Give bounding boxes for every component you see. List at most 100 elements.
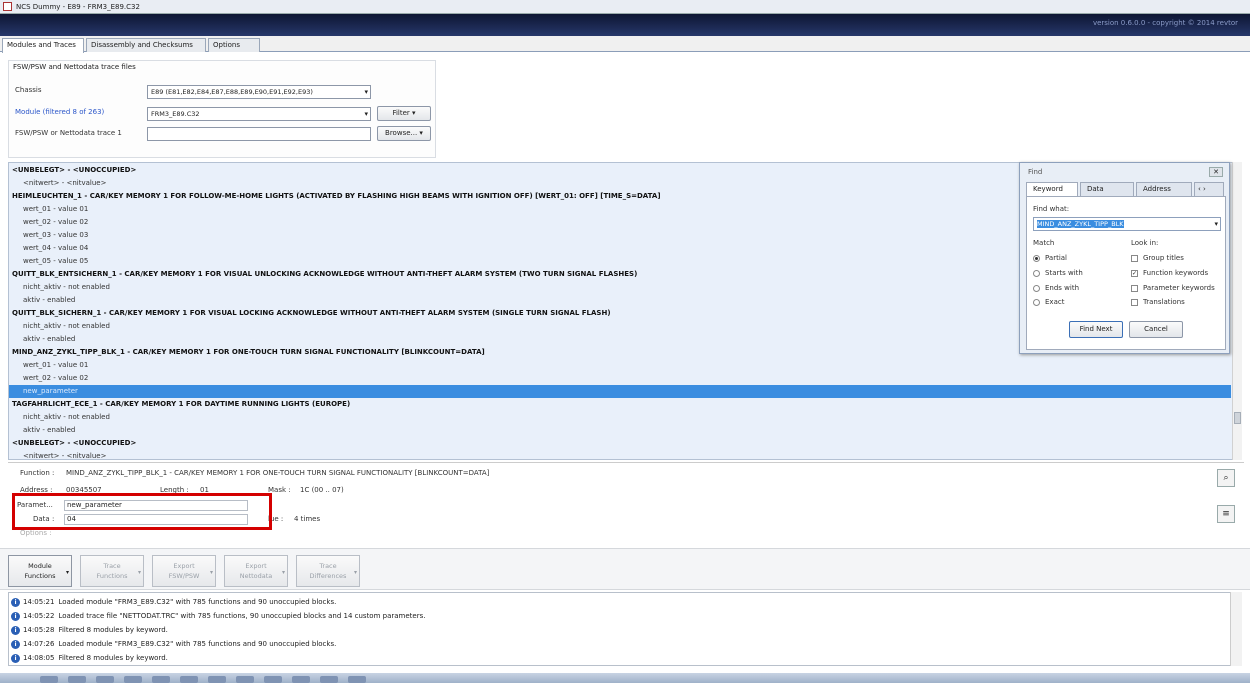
taskbar-app-icon[interactable] (124, 676, 142, 683)
group-titles-checkbox[interactable] (1131, 255, 1138, 262)
find-dialog: Find ✕ Keyword Data Address ‹ › Find wha… (1019, 162, 1230, 354)
match-exact-radio[interactable] (1033, 299, 1040, 306)
parameter-row[interactable]: aktiv - enabled (23, 424, 75, 437)
toolbar-button-nettodata[interactable]: Export Nettodata ▾ (224, 555, 288, 587)
taskbar-app-icon[interactable] (40, 676, 58, 683)
parameter-row[interactable]: aktiv - enabled (23, 294, 75, 307)
scroll-thumb[interactable] (1234, 412, 1241, 424)
list-icon[interactable]: ≡ (1217, 505, 1235, 523)
tab-keyword[interactable]: Keyword (1026, 182, 1078, 197)
info-icon: i (11, 653, 20, 663)
taskbar-app-icon[interactable] (152, 676, 170, 683)
translations-label: Translations (1143, 298, 1185, 306)
parameter-row[interactable]: <nitwert> - <nitvalue> (23, 450, 106, 459)
toolbar-button-fsw-psw[interactable]: Export FSW/PSW ▾ (152, 555, 216, 587)
match-label: Match (1033, 239, 1055, 247)
parameter-row[interactable]: wert_04 - value 04 (23, 242, 88, 255)
parameter-row[interactable]: <nitwert> - <nitvalue> (23, 177, 106, 190)
match-partial-radio[interactable] (1033, 255, 1040, 262)
parameter-row[interactable]: wert_03 - value 03 (23, 229, 88, 242)
parameter-row[interactable]: nicht_aktiv - not enabled (23, 320, 110, 333)
match-exact-label: Exact (1045, 298, 1065, 306)
parameter-row[interactable]: nicht_aktiv - not enabled (23, 281, 110, 294)
log-scrollbar[interactable] (1230, 592, 1242, 666)
panel-header: FSW/PSW and Nettodata trace files (13, 63, 136, 71)
taskbar-app-icon[interactable] (236, 676, 254, 683)
filter-label: Filter (392, 109, 410, 117)
function-label: Function : (20, 469, 55, 477)
chevron-down-icon: ▾ (364, 88, 368, 96)
chassis-value: E89 (E81,E82,E84,E87,E88,E89,E90,E91,E92… (151, 88, 313, 96)
toolbar-button-line1: Trace (319, 562, 337, 570)
log-entry: i 14:05:22 Loaded trace file "NETTODAT.TRC… (11, 609, 425, 623)
function-row[interactable]: <UNBELEGT> - <UNOCCUPIED> (12, 437, 136, 450)
group-titles-label: Group titles (1143, 254, 1184, 262)
browse-button[interactable]: Browse... ▾ (377, 126, 431, 141)
taskbar-app-icon[interactable] (264, 676, 282, 683)
module-value: FRM3_E89.C32 (151, 110, 200, 118)
trace-files-panel: FSW/PSW and Nettodata trace files Chassi… (8, 60, 436, 158)
log-message: Loaded module "FRM3_E89.C32" with 785 fu… (58, 640, 337, 648)
parameter-row[interactable]: aktiv - enabled (23, 333, 75, 346)
taskbar-app-icon[interactable] (180, 676, 198, 683)
zoom-icon[interactable]: ⌕ (1217, 469, 1235, 487)
trace-input[interactable] (147, 127, 371, 141)
function-row[interactable]: QUITT_BLK_ENTSICHERN_1 - CAR/KEY MEMORY … (12, 268, 637, 281)
taskbar-app-icon[interactable] (348, 676, 366, 683)
parameter-keywords-checkbox[interactable] (1131, 285, 1138, 292)
chevron-down-icon: ▾ (353, 569, 357, 576)
app-icon (3, 2, 12, 11)
tab-modules-traces[interactable]: Modules and Traces (2, 38, 84, 53)
tab-scroll-arrows[interactable]: ‹ › (1194, 182, 1224, 196)
tab-data[interactable]: Data (1080, 182, 1134, 196)
toolbar-button-differences[interactable]: Trace Differences ▾ (296, 555, 360, 587)
tab-address[interactable]: Address (1136, 182, 1192, 196)
parameter-row[interactable]: wert_02 - value 02 (23, 372, 88, 385)
function-row[interactable]: QUITT_BLK_SICHERN_1 - CAR/KEY MEMORY 1 F… (12, 307, 611, 320)
function-keywords-label: Function keywords (1143, 269, 1209, 277)
toolbar-button-line1: Export (245, 562, 267, 570)
log-entry: i 14:08:05 Filtered 8 modules by keyword. (11, 651, 168, 665)
selected-parameter-row[interactable]: new_parameter (9, 385, 1231, 398)
module-select[interactable]: FRM3_E89.C32 ▾ (147, 107, 371, 121)
match-ends-radio[interactable] (1033, 285, 1040, 292)
mask-value: 1C (00 .. 07) (300, 486, 344, 494)
find-next-button[interactable]: Find Next (1069, 321, 1123, 338)
toolbar-button-functions[interactable]: Module Functions ▾ (8, 555, 72, 587)
taskbar-app-icon[interactable] (320, 676, 338, 683)
cancel-button[interactable]: Cancel (1129, 321, 1183, 338)
taskbar-app-icon[interactable] (68, 676, 86, 683)
function-row[interactable]: MIND_ANZ_ZYKL_TIPP_BLK_1 - CAR/KEY MEMOR… (12, 346, 485, 359)
parameter-row[interactable]: wert_01 - value 01 (23, 359, 88, 372)
log-time: 14:08:05 (23, 654, 55, 662)
filter-button[interactable]: Filter ▾ (377, 106, 431, 121)
tree-scrollbar[interactable] (1232, 162, 1242, 460)
taskbar-app-icon[interactable] (208, 676, 226, 683)
parameter-row[interactable]: wert_02 - value 02 (23, 216, 88, 229)
window-title: NCS Dummy - E89 - FRM3_E89.C32 (16, 2, 140, 11)
toolbar-button-line2: Nettodata (239, 572, 273, 580)
translations-checkbox[interactable] (1131, 299, 1138, 306)
function-value: MIND_ANZ_ZYKL_TIPP_BLK_1 - CAR/KEY MEMOR… (66, 469, 490, 477)
close-icon[interactable]: ✕ (1209, 167, 1223, 177)
taskbar-app-icon[interactable] (96, 676, 114, 683)
function-row[interactable]: TAGFAHRLICHT_ECE_1 - CAR/KEY MEMORY 1 FO… (12, 398, 350, 411)
parameter-row[interactable]: wert_05 - value 05 (23, 255, 88, 268)
log-time: 14:05:21 (23, 598, 55, 606)
toolbar-button-functions[interactable]: Trace Functions ▾ (80, 555, 144, 587)
function-row[interactable]: <UNBELEGT> - <UNOCCUPIED> (12, 164, 136, 177)
match-starts-radio[interactable] (1033, 270, 1040, 277)
parameter-row[interactable]: wert_01 - value 01 (23, 203, 88, 216)
find-what-input[interactable]: MIND_ANZ_ZYKL_TIPP_BLK ▾ (1033, 217, 1221, 231)
parameter-row[interactable]: nicht_aktiv - not enabled (23, 411, 110, 424)
tab-disassembly[interactable]: Disassembly and Checksums (86, 38, 206, 52)
module-label: Module (filtered 8 of 263) (15, 108, 105, 116)
chassis-select[interactable]: E89 (E81,E82,E84,E87,E88,E89,E90,E91,E92… (147, 85, 371, 99)
function-keywords-checkbox[interactable]: ✓ (1131, 270, 1138, 277)
find-what-label: Find what: (1033, 205, 1070, 213)
function-row[interactable]: HEIMLEUCHTEN_1 - CAR/KEY MEMORY 1 FOR FO… (12, 190, 661, 203)
taskbar-app-icon[interactable] (292, 676, 310, 683)
find-what-value: MIND_ANZ_ZYKL_TIPP_BLK (1037, 220, 1124, 228)
tab-options[interactable]: Options (208, 38, 260, 52)
chevron-down-icon: ▾ (137, 569, 141, 576)
